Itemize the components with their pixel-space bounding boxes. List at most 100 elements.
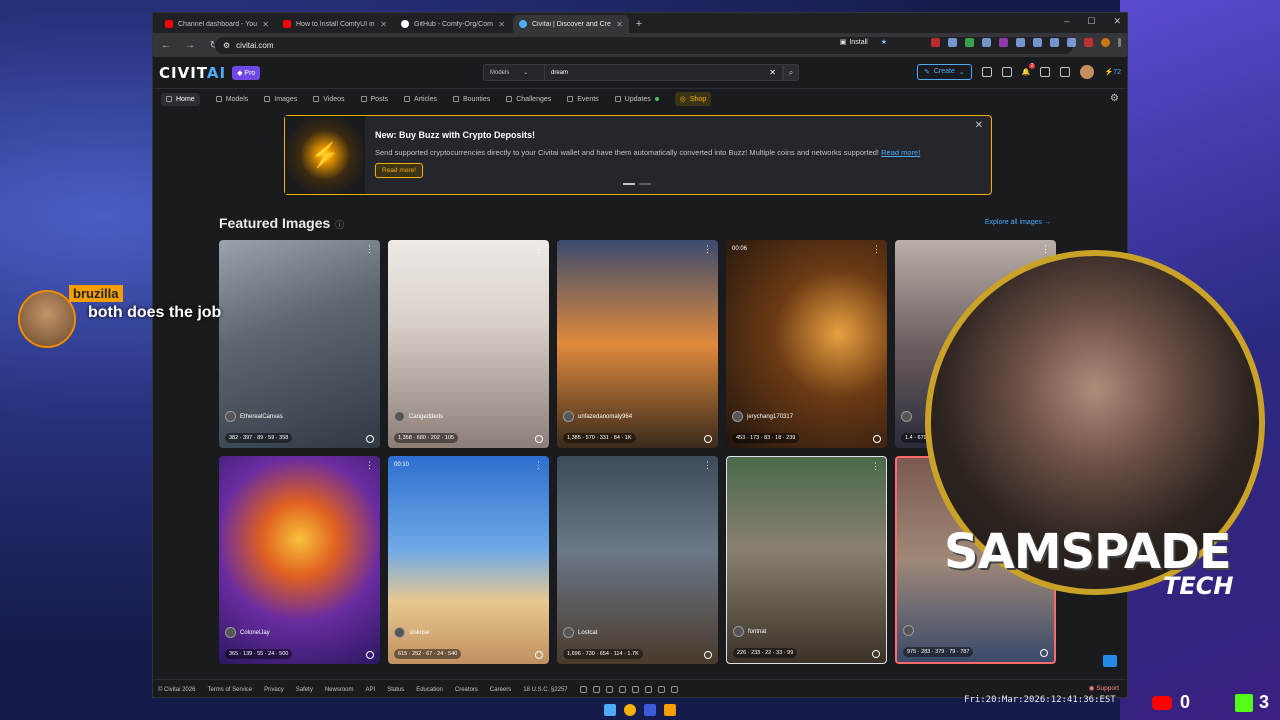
- featured-image-card[interactable]: 00:10 ⋮ sinkrise 615 · 252 · 67 · 24 · 540: [388, 456, 549, 664]
- card-menu-icon[interactable]: ⋮: [703, 244, 712, 255]
- card-user[interactable]: fontnat: [733, 626, 766, 637]
- footer-link[interactable]: 18 U.S.C. §2257: [523, 687, 567, 693]
- tab-youtube-video[interactable]: How to Install ComfyUI in 4 Mi ✕: [277, 15, 393, 33]
- nav-shop[interactable]: ◎ Shop: [674, 92, 712, 106]
- card-reactions[interactable]: 1,385 · 570 · 331 · 84 · 1K: [563, 433, 636, 443]
- extension-icon[interactable]: [1067, 38, 1076, 47]
- new-tab-button[interactable]: +: [631, 15, 647, 33]
- card-menu-icon[interactable]: ⋮: [365, 460, 374, 471]
- notification-bell-icon[interactable]: 🔔 2: [1022, 63, 1036, 76]
- pro-badge[interactable]: ◆ Pro: [232, 65, 261, 80]
- info-icon[interactable]: [873, 435, 881, 443]
- close-icon[interactable]: ✕: [262, 20, 269, 29]
- tab-youtube-dashboard[interactable]: Channel dashboard - YouTube ✕: [159, 15, 275, 33]
- nav-images[interactable]: Images: [264, 96, 297, 103]
- info-icon[interactable]: [535, 651, 543, 659]
- featured-image-card[interactable]: ⋮ ColonelJay 365 · 139 · 55 · 24 · 500: [219, 456, 380, 664]
- site-info-icon[interactable]: ⚙: [223, 41, 230, 50]
- nav-posts[interactable]: Posts: [360, 96, 388, 103]
- extension-icon[interactable]: [1033, 38, 1042, 47]
- nav-bounties[interactable]: Bounties: [452, 96, 490, 103]
- discord-icon[interactable]: [579, 686, 587, 693]
- nav-articles[interactable]: Articles: [404, 96, 437, 103]
- featured-image-card[interactable]: ⋮ EtherealCanvas 382 · 397 · 89 · 59 · 358: [219, 240, 380, 448]
- card-reactions[interactable]: 1,696 · 730 · 654 · 114 · 1.7K: [563, 649, 643, 659]
- youtube-icon[interactable]: [618, 686, 626, 693]
- card-menu-icon[interactable]: ⋮: [365, 244, 374, 255]
- footer-link[interactable]: Status: [387, 687, 404, 693]
- card-reactions[interactable]: 453 · 173 · 83 · 18 · 239: [732, 433, 800, 443]
- browser-menu-icon[interactable]: [1118, 38, 1121, 47]
- card-user[interactable]: [901, 411, 916, 422]
- instagram-icon[interactable]: [605, 686, 613, 693]
- nav-updates[interactable]: Updates: [614, 96, 659, 103]
- tab-civitai[interactable]: Civitai | Discover and Create AI ✕: [513, 15, 629, 33]
- extension-icon[interactable]: [931, 38, 940, 47]
- menu-icon[interactable]: [1060, 67, 1071, 77]
- extension-icon[interactable]: [999, 38, 1008, 47]
- maximize-button[interactable]: ☐: [1087, 16, 1095, 27]
- footer-link[interactable]: Careers: [490, 687, 511, 693]
- extension-icon[interactable]: [965, 38, 974, 47]
- install-app-button[interactable]: ▣ Install ★: [840, 38, 887, 47]
- featured-image-card[interactable]: 00:06 ⋮ jerychang170317 453 · 173 · 83 · 18…: [726, 240, 887, 448]
- footer-link[interactable]: API: [366, 687, 376, 693]
- tiktok-icon[interactable]: [631, 686, 639, 693]
- featured-image-card[interactable]: ⋮ fontnat 226 · 233 · 22 · 33 · 99: [726, 456, 887, 664]
- gear-icon[interactable]: ⚙: [1110, 93, 1119, 104]
- nav-models[interactable]: Models: [215, 96, 248, 103]
- card-reactions[interactable]: 226 · 233 · 22 · 33 · 99: [733, 648, 798, 658]
- featured-image-card[interactable]: ⋮ unfazedanomaly964 1,385 · 570 · 331 · 84…: [557, 240, 718, 448]
- info-icon[interactable]: [704, 435, 712, 443]
- footer-link[interactable]: Safety: [296, 687, 313, 693]
- eye-icon[interactable]: [1001, 67, 1012, 77]
- close-icon[interactable]: ✕: [616, 20, 623, 29]
- profile-icon[interactable]: [1101, 38, 1110, 47]
- info-icon[interactable]: [535, 435, 543, 443]
- featured-image-card[interactable]: ⋮ Lostcat 1,696 · 730 · 654 · 114 · 1.7K: [557, 456, 718, 664]
- card-user[interactable]: [903, 625, 918, 636]
- carousel-dot[interactable]: [639, 183, 651, 185]
- extension-icon[interactable]: [948, 38, 957, 47]
- footer-link[interactable]: Education: [416, 687, 443, 693]
- nav-videos[interactable]: Videos: [313, 96, 345, 103]
- read-more-button[interactable]: Read more!: [375, 163, 423, 178]
- extension-icon[interactable]: [982, 38, 991, 47]
- card-user[interactable]: jerychang170317: [732, 411, 793, 422]
- card-menu-icon[interactable]: ⋮: [871, 461, 880, 472]
- bookmark-star-icon[interactable]: ★: [881, 38, 887, 46]
- reddit-icon[interactable]: [644, 686, 652, 693]
- footer-link[interactable]: Privacy: [264, 687, 284, 693]
- search-input[interactable]: dream ✕: [545, 64, 783, 81]
- banner-read-more-link[interactable]: Read more!: [881, 148, 920, 157]
- info-icon[interactable]: [366, 435, 374, 443]
- card-reactions[interactable]: 975 · 283 · 379 · 79 · 787: [903, 647, 974, 657]
- github-icon[interactable]: [657, 686, 665, 693]
- card-reactions[interactable]: 365 · 139 · 55 · 24 · 500: [225, 649, 293, 659]
- chrome-icon[interactable]: [624, 704, 636, 716]
- twitch-icon[interactable]: [670, 686, 678, 693]
- back-icon[interactable]: ←: [159, 40, 173, 51]
- extension-icon[interactable]: [1050, 38, 1059, 47]
- upload-icon[interactable]: [981, 67, 992, 77]
- explore-all-images-link[interactable]: Explore all images →: [985, 219, 1051, 226]
- card-user[interactable]: Lostcat: [563, 627, 597, 638]
- extension-icon[interactable]: [1084, 38, 1093, 47]
- user-avatar[interactable]: [1080, 65, 1095, 79]
- footer-link[interactable]: Terms of Service: [207, 687, 252, 693]
- file-explorer-icon[interactable]: [664, 704, 676, 716]
- nav-events[interactable]: Events: [567, 96, 599, 103]
- info-icon[interactable]: [366, 651, 374, 659]
- info-icon[interactable]: [872, 650, 880, 658]
- card-user[interactable]: Cangeddeds: [394, 411, 443, 422]
- support-button[interactable]: ◉ Support: [1089, 684, 1119, 692]
- card-menu-icon[interactable]: ⋮: [872, 244, 881, 255]
- windows-start-icon[interactable]: [604, 704, 616, 716]
- forward-icon[interactable]: →: [183, 40, 197, 51]
- civitai-logo[interactable]: CIVITAI: [159, 64, 226, 82]
- info-icon[interactable]: ⓘ: [335, 220, 344, 230]
- card-user[interactable]: sinkrise: [394, 627, 429, 638]
- info-icon[interactable]: [704, 651, 712, 659]
- clear-search-icon[interactable]: ✕: [769, 68, 776, 77]
- card-user[interactable]: unfazedanomaly964: [563, 411, 632, 422]
